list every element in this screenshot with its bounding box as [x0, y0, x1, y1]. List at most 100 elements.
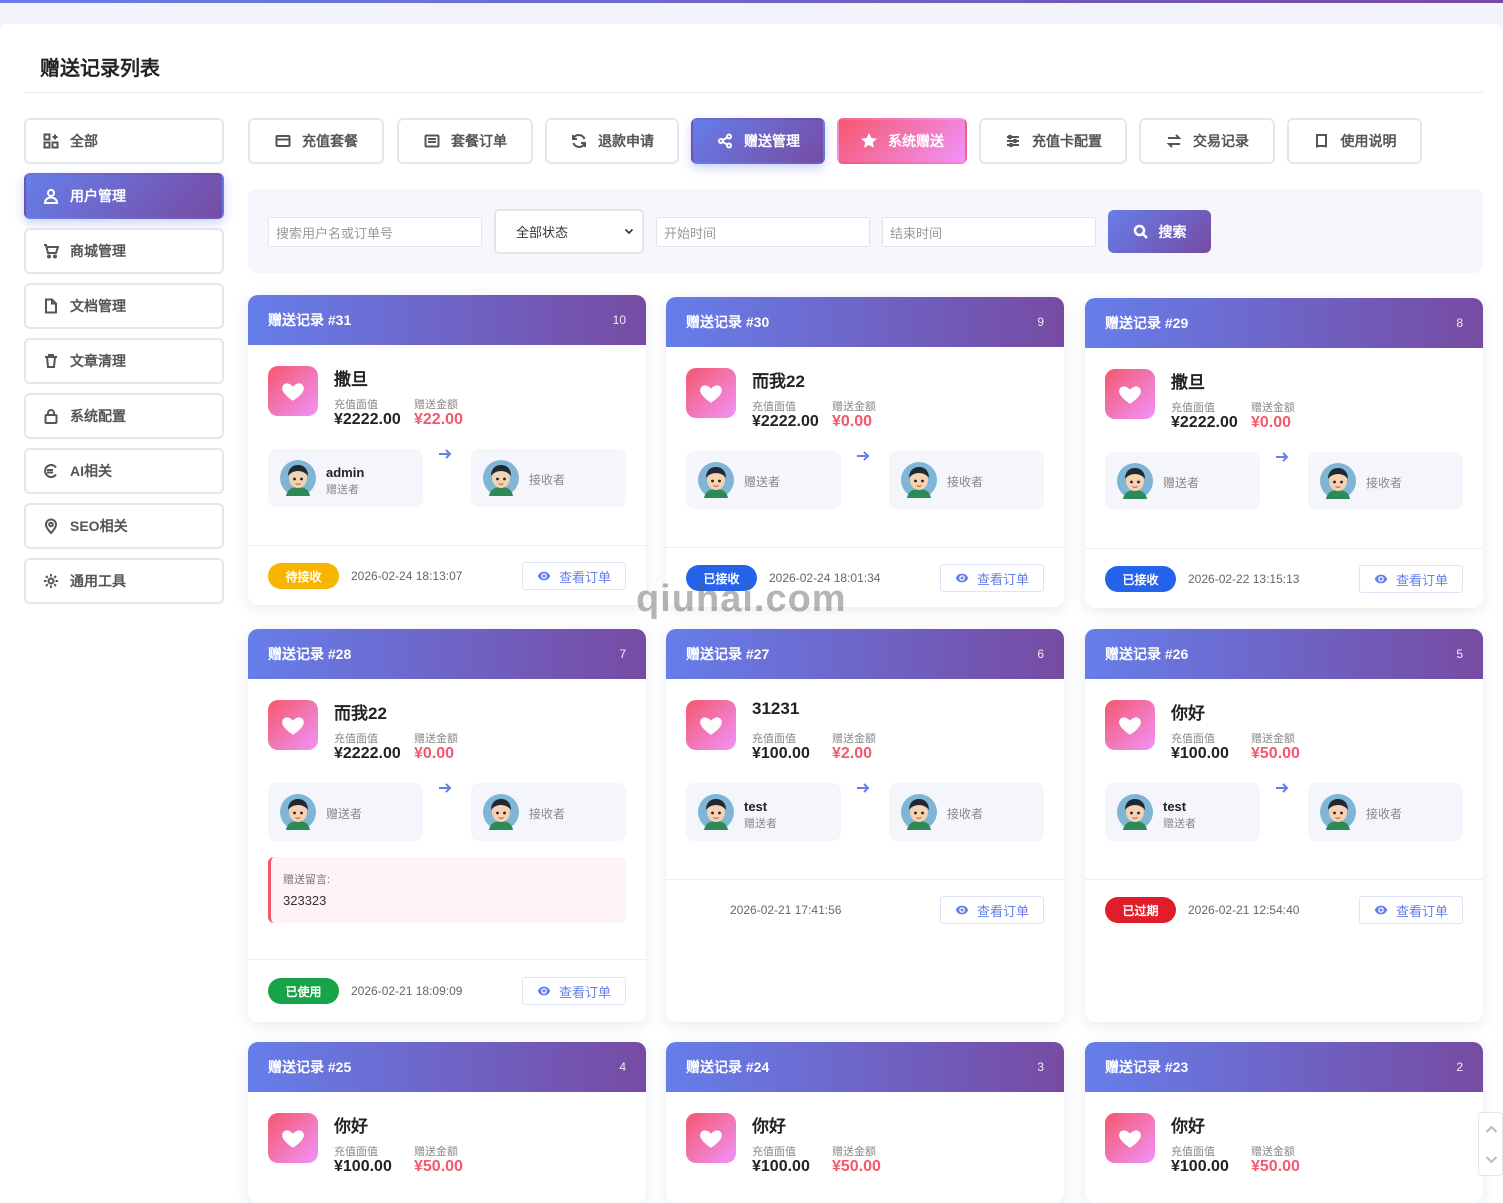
search-button[interactable]: 搜索 — [1108, 210, 1211, 253]
tab-recharge-package[interactable]: 充值套餐 — [248, 118, 384, 164]
trash-icon — [42, 352, 60, 370]
package-name: 撒旦 — [334, 370, 368, 389]
sidebar-item-mall[interactable]: 商城管理 — [24, 228, 224, 274]
face-value: ¥2222.00 — [334, 745, 401, 762]
tab-label: 交易记录 — [1193, 133, 1249, 149]
card-number: 4 — [619, 1060, 626, 1074]
card-number: 2 — [1456, 1060, 1463, 1074]
tab-transactions[interactable]: 交易记录 — [1139, 118, 1275, 164]
view-order-button[interactable]: 查看订单 — [940, 896, 1044, 924]
chevron-up-icon[interactable] — [1485, 1123, 1498, 1136]
receiver-box: 接收者 — [889, 783, 1044, 841]
footer-divider — [666, 547, 1064, 548]
footer-divider — [248, 959, 646, 960]
tab-system-gift[interactable]: 系统赠送 — [837, 118, 967, 164]
watermark: qiuhai.com — [636, 578, 847, 620]
face-value-label: 充值面值 — [334, 1146, 378, 1158]
search-keyword-input[interactable]: 搜索用户名或订单号 — [268, 217, 482, 247]
tab-refund-requests[interactable]: 退款申请 — [545, 118, 679, 164]
sidebar-item-article-clean[interactable]: 文章清理 — [24, 338, 224, 384]
gift-amount-label: 赠送金额 — [414, 733, 458, 745]
gift-time: 2026-02-21 17:41:56 — [730, 903, 842, 917]
lock-icon — [42, 407, 60, 425]
heart-icon — [268, 1113, 318, 1163]
sidebar-item-users[interactable]: 用户管理 — [24, 173, 224, 219]
face-value-label: 充值面值 — [334, 399, 378, 411]
gift-record-card: 赠送记录 #31 10 撒旦 充值面值 赠送金额 ¥2222.00 ¥22.00 admin 赠… — [248, 295, 646, 605]
sidebar-item-system-config[interactable]: 系统配置 — [24, 393, 224, 439]
tab-card-config[interactable]: 充值卡配置 — [979, 118, 1127, 164]
tab-gift-management[interactable]: 赠送管理 — [691, 118, 825, 164]
tab-package-orders[interactable]: 套餐订单 — [397, 118, 533, 164]
view-order-button[interactable]: 查看订单 — [940, 564, 1044, 592]
eye-icon — [955, 571, 977, 585]
card-title: 赠送记录 #26 — [1105, 646, 1189, 662]
sender-box: 赠送者 — [1105, 452, 1260, 510]
view-order-label: 查看订单 — [558, 984, 611, 1000]
scroll-controls[interactable] — [1478, 1112, 1503, 1176]
gift-record-card: 赠送记录 #27 6 31231 充值面值 赠送金额 ¥100.00 ¥2.00 test 赠送… — [666, 629, 1064, 1022]
tab-instructions[interactable]: 使用说明 — [1287, 118, 1422, 164]
heart-icon — [686, 700, 736, 750]
avatar — [1320, 463, 1356, 499]
sidebar-item-ai[interactable]: AI相关 — [24, 448, 224, 494]
sidebar-item-label: 全部 — [70, 133, 98, 149]
end-time-input[interactable]: 结束时间 — [882, 217, 1096, 247]
package-name: 31231 — [752, 699, 800, 718]
card-header: 赠送记录 #27 6 — [666, 629, 1064, 679]
sender-label: 赠送者 — [1163, 476, 1200, 490]
gift-amount: ¥0.00 — [832, 413, 873, 430]
heart-icon — [1105, 700, 1155, 750]
sender-name: test — [744, 799, 768, 814]
card-header: 赠送记录 #30 9 — [666, 297, 1064, 347]
package-name: 你好 — [1171, 704, 1205, 723]
sidebar-item-label: AI相关 — [70, 463, 112, 479]
face-value: ¥100.00 — [1171, 745, 1229, 762]
face-value-label: 充值面值 — [752, 401, 796, 413]
view-order-button[interactable]: 查看订单 — [1359, 896, 1463, 924]
package-name: 而我22 — [752, 372, 805, 391]
face-value: ¥100.00 — [1171, 1158, 1229, 1175]
card-title: 赠送记录 #30 — [686, 314, 770, 330]
receiver-box: 接收者 — [471, 783, 626, 841]
sidebar-item-tools[interactable]: 通用工具 — [24, 558, 224, 604]
sidebar-item-all[interactable]: 全部 — [24, 118, 224, 164]
status-select[interactable]: 全部状态 — [494, 209, 644, 254]
heart-icon — [1105, 1113, 1155, 1163]
search-button-label: 搜索 — [1158, 223, 1187, 240]
heart-icon — [268, 366, 318, 416]
cart-icon — [42, 242, 60, 260]
card-number: 3 — [1037, 1060, 1044, 1074]
sender-label: 赠送者 — [1163, 818, 1196, 830]
view-order-button[interactable]: 查看订单 — [522, 977, 626, 1005]
chevron-down-icon[interactable] — [1485, 1153, 1498, 1166]
card-title: 赠送记录 #28 — [268, 646, 352, 662]
gift-record-card: 赠送记录 #28 7 而我22 充值面值 赠送金额 ¥2222.00 ¥0.00 赠送者 接收者… — [248, 629, 646, 1022]
view-order-label: 查看订单 — [1395, 903, 1448, 919]
face-value-label: 充值面值 — [752, 1146, 796, 1158]
sidebar-item-seo[interactable]: SEO相关 — [24, 503, 224, 549]
avatar — [698, 794, 734, 830]
face-value: ¥100.00 — [752, 1158, 810, 1175]
start-time-input[interactable]: 开始时间 — [656, 217, 870, 247]
face-value-label: 充值面值 — [1171, 733, 1215, 745]
view-order-button[interactable]: 查看订单 — [1359, 565, 1463, 593]
heart-icon — [686, 1113, 736, 1163]
gift-amount: ¥50.00 — [1251, 1158, 1300, 1175]
eye-icon — [537, 569, 559, 583]
card-header: 赠送记录 #24 3 — [666, 1042, 1064, 1092]
gift-amount-label: 赠送金额 — [832, 733, 876, 745]
sidebar-item-docs[interactable]: 文档管理 — [24, 283, 224, 329]
gift-record-card: 赠送记录 #24 3 你好 充值面值 赠送金额 ¥100.00 ¥50.00 — [666, 1042, 1064, 1203]
gift-amount: ¥50.00 — [832, 1158, 881, 1175]
receiver-label: 接收者 — [947, 807, 984, 821]
face-value-label: 充值面值 — [1171, 402, 1215, 414]
sender-label: 赠送者 — [744, 818, 777, 830]
gift-amount-label: 赠送金额 — [832, 401, 876, 413]
sidebar-item-label: SEO相关 — [70, 518, 128, 534]
document-icon — [42, 297, 60, 315]
top-accent-bar — [0, 0, 1503, 3]
gift-amount: ¥0.00 — [414, 745, 455, 762]
credit-card-icon — [274, 132, 292, 150]
view-order-button[interactable]: 查看订单 — [522, 562, 626, 590]
